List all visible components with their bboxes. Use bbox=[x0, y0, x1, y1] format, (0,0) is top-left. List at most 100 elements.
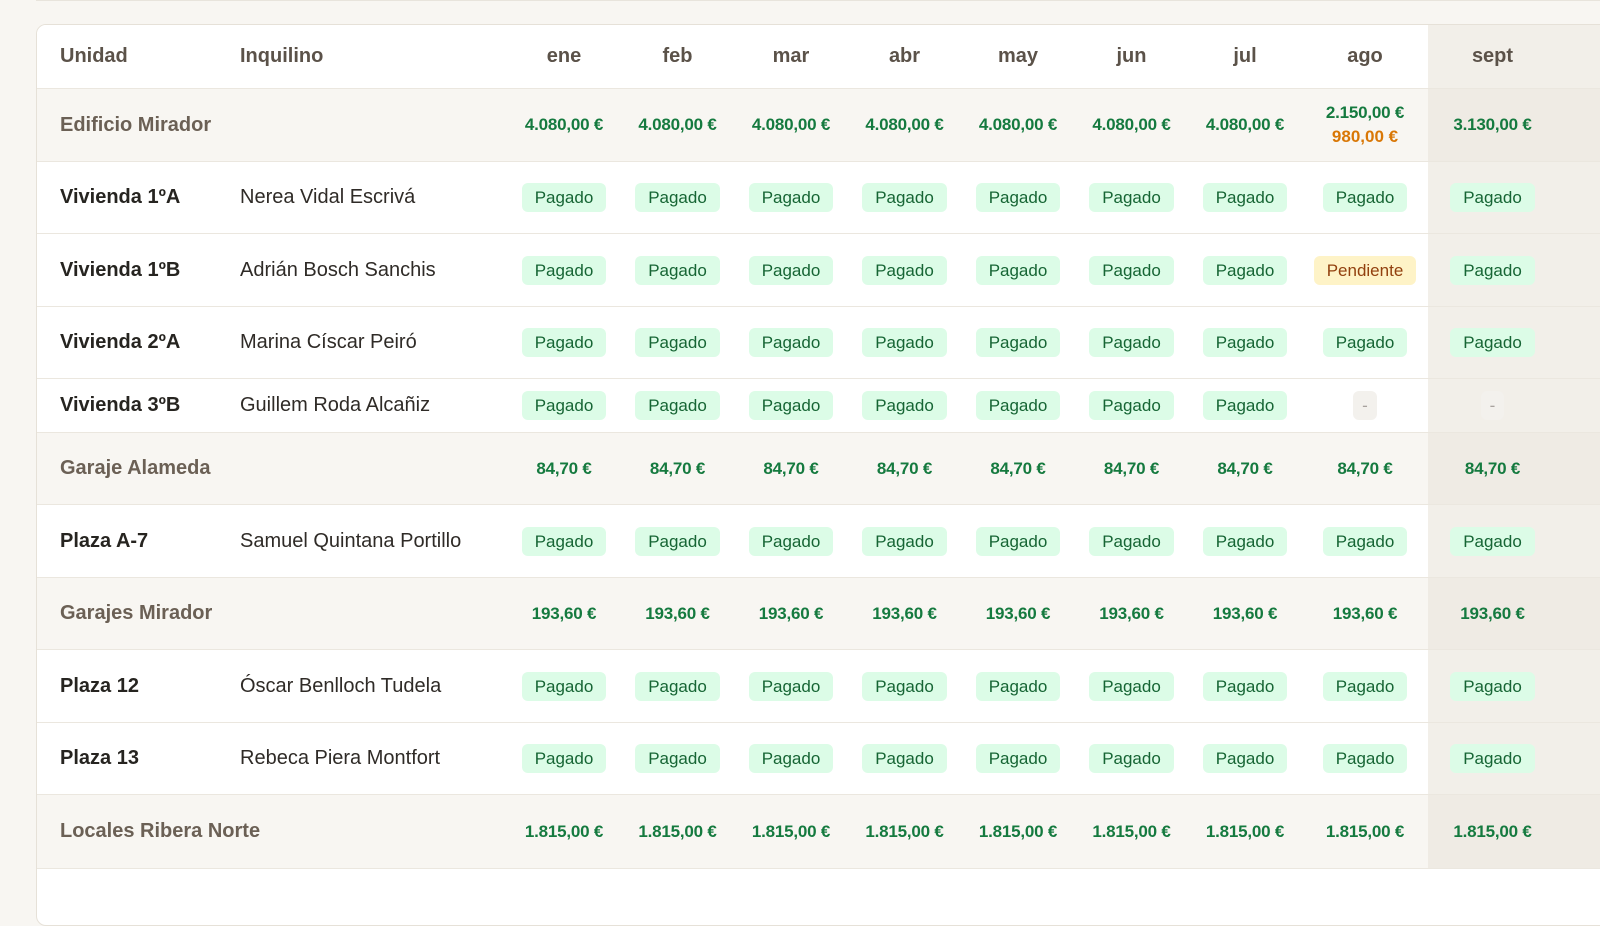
status-badge-paid[interactable]: Pagado bbox=[862, 744, 947, 773]
column-header-month[interactable]: ene bbox=[507, 25, 621, 89]
status-badge-paid[interactable]: Pagado bbox=[1450, 328, 1535, 357]
payment-status-cell[interactable]: Pagado bbox=[621, 233, 734, 307]
status-badge-pending[interactable]: Pendiente bbox=[1313, 255, 1417, 285]
unit-name[interactable]: Vivienda 1ºB bbox=[37, 233, 240, 307]
status-badge-paid[interactable]: Pagado bbox=[1322, 671, 1408, 701]
status-badge-paid[interactable]: Pagado bbox=[1450, 744, 1535, 773]
payment-status-cell[interactable]: Pagado bbox=[961, 378, 1075, 433]
status-badge-paid[interactable]: Pagado bbox=[975, 255, 1061, 285]
payment-status-cell[interactable]: Pagado bbox=[1188, 722, 1302, 795]
payment-status-cell[interactable]: Pagado bbox=[1428, 649, 1557, 723]
payment-status-cell[interactable]: Pagado bbox=[621, 306, 734, 379]
status-badge-paid[interactable]: Pagado bbox=[1089, 255, 1174, 285]
status-badge-paid[interactable]: Pagado bbox=[1450, 526, 1535, 556]
status-badge-paid[interactable]: Pagado bbox=[1202, 183, 1288, 212]
status-badge-paid[interactable]: Pagado bbox=[635, 255, 720, 285]
status-badge-paid[interactable]: Pagado bbox=[1202, 391, 1288, 420]
unit-name[interactable]: Vivienda 1ºA bbox=[37, 161, 240, 234]
column-header-month[interactable]: mar bbox=[734, 25, 848, 89]
column-header-month[interactable]: ago bbox=[1302, 25, 1428, 89]
tenant-name[interactable]: Samuel Quintana Portillo bbox=[240, 504, 507, 578]
status-badge-paid[interactable]: Pagado bbox=[862, 671, 947, 701]
status-badge-paid[interactable]: Pagado bbox=[635, 391, 720, 420]
status-badge-paid[interactable]: Pagado bbox=[862, 183, 947, 212]
payment-status-cell[interactable]: Pendiente bbox=[1302, 233, 1428, 307]
payment-status-cell[interactable]: Pagado bbox=[507, 378, 621, 433]
payment-status-cell[interactable]: Pagado bbox=[961, 233, 1075, 307]
column-header-month[interactable]: jul bbox=[1188, 25, 1302, 89]
status-badge-paid[interactable]: Pagado bbox=[521, 744, 607, 773]
payment-status-cell[interactable]: Pagado bbox=[621, 722, 734, 795]
status-badge-paid[interactable]: Pagado bbox=[1202, 526, 1288, 556]
unit-name[interactable]: Vivienda 3ºB bbox=[37, 378, 240, 433]
payment-status-cell[interactable]: Pagado bbox=[1302, 306, 1428, 379]
status-badge-empty[interactable]: - bbox=[1480, 391, 1505, 420]
status-badge-paid[interactable]: Pagado bbox=[1089, 391, 1174, 420]
status-badge-paid[interactable]: Pagado bbox=[635, 744, 720, 773]
status-badge-paid[interactable]: Pagado bbox=[1089, 328, 1174, 357]
property-group-row[interactable]: Locales Ribera Norte 1.815,00 € 1.815,00 €… bbox=[37, 794, 1600, 869]
payment-status-cell[interactable]: Pagado bbox=[621, 161, 734, 234]
payment-status-cell[interactable]: Pagado bbox=[507, 649, 621, 723]
status-badge-paid[interactable]: Pagado bbox=[862, 328, 947, 357]
payment-status-cell[interactable]: Pagado bbox=[848, 378, 961, 433]
payment-status-cell[interactable]: Pagado bbox=[961, 649, 1075, 723]
status-badge-paid[interactable]: Pagado bbox=[862, 391, 947, 420]
status-badge-paid[interactable]: Pagado bbox=[748, 391, 834, 420]
payment-status-cell[interactable]: Pagado bbox=[507, 306, 621, 379]
payment-status-cell[interactable]: Pagado bbox=[1302, 161, 1428, 234]
status-badge-paid[interactable]: Pagado bbox=[521, 328, 607, 357]
payment-status-cell[interactable]: Pagado bbox=[961, 306, 1075, 379]
column-header-month[interactable]: feb bbox=[621, 25, 734, 89]
payment-status-cell[interactable]: Pagado bbox=[1075, 504, 1188, 578]
status-badge-paid[interactable]: Pagado bbox=[1450, 255, 1535, 285]
payment-status-cell[interactable]: Pagado bbox=[507, 722, 621, 795]
unit-row[interactable]: Plaza 12 Óscar Benlloch Tudela Pagado Pagad… bbox=[37, 649, 1600, 723]
payment-status-cell[interactable]: Pagado bbox=[734, 649, 848, 723]
payment-status-cell[interactable]: Pagado bbox=[848, 722, 961, 795]
property-group-row[interactable]: Garajes Mirador 193,60 € 193,60 € 193,60 € 1… bbox=[37, 577, 1600, 650]
payment-status-cell[interactable]: - bbox=[1428, 378, 1557, 433]
payment-status-cell[interactable]: Pagado bbox=[621, 378, 734, 433]
status-badge-paid[interactable]: Pagado bbox=[748, 671, 834, 701]
status-badge-paid[interactable]: Pagado bbox=[1089, 183, 1174, 212]
column-header-month-current[interactable]: sept bbox=[1428, 25, 1557, 89]
payment-status-cell[interactable]: Pagado bbox=[734, 722, 848, 795]
payment-status-cell[interactable]: Pagado bbox=[1188, 378, 1302, 433]
unit-name[interactable]: Plaza 13 bbox=[37, 722, 240, 795]
tenant-name[interactable]: Óscar Benlloch Tudela bbox=[240, 649, 507, 723]
payment-status-cell[interactable]: Pagado bbox=[1075, 722, 1188, 795]
unit-row[interactable]: Plaza 13 Rebeca Piera Montfort Pagado Pagad… bbox=[37, 722, 1600, 795]
status-badge-paid[interactable]: Pagado bbox=[748, 183, 834, 212]
payment-status-cell[interactable]: Pagado bbox=[734, 306, 848, 379]
status-badge-paid[interactable]: Pagado bbox=[1202, 744, 1288, 773]
status-badge-paid[interactable]: Pagado bbox=[521, 671, 607, 701]
payment-status-cell[interactable]: Pagado bbox=[848, 161, 961, 234]
tenant-name[interactable]: Rebeca Piera Montfort bbox=[240, 722, 507, 795]
status-badge-empty[interactable]: - bbox=[1353, 391, 1377, 420]
payment-status-cell[interactable]: Pagado bbox=[961, 504, 1075, 578]
payment-status-cell[interactable]: Pagado bbox=[848, 504, 961, 578]
status-badge-paid[interactable]: Pagado bbox=[975, 328, 1061, 357]
tenant-name[interactable]: Guillem Roda Alcañiz bbox=[240, 378, 507, 433]
unit-row[interactable]: Vivienda 1ºA Nerea Vidal Escrivá Pagado Pag… bbox=[37, 161, 1600, 234]
payment-status-cell[interactable]: Pagado bbox=[507, 161, 621, 234]
status-badge-paid[interactable]: Pagado bbox=[1322, 526, 1408, 556]
unit-row[interactable]: Vivienda 2ºA Marina Císcar Peiró Pagado Pag… bbox=[37, 306, 1600, 379]
payment-status-cell[interactable]: Pagado bbox=[1188, 233, 1302, 307]
status-badge-paid[interactable]: Pagado bbox=[521, 183, 607, 212]
status-badge-paid[interactable]: Pagado bbox=[1450, 671, 1535, 701]
unit-row[interactable]: Plaza A-7 Samuel Quintana Portillo Pagado P… bbox=[37, 504, 1600, 578]
status-badge-paid[interactable]: Pagado bbox=[1322, 744, 1408, 773]
column-header-tenant[interactable]: Inquilino bbox=[240, 25, 507, 89]
payment-status-cell[interactable]: Pagado bbox=[1428, 233, 1557, 307]
payment-status-cell[interactable]: Pagado bbox=[1302, 649, 1428, 723]
status-badge-paid[interactable]: Pagado bbox=[1202, 671, 1288, 701]
tenant-name[interactable]: Adrián Bosch Sanchis bbox=[240, 233, 507, 307]
payment-status-cell[interactable]: Pagado bbox=[1075, 378, 1188, 433]
payment-status-cell[interactable]: Pagado bbox=[1428, 722, 1557, 795]
payment-status-cell[interactable]: Pagado bbox=[734, 233, 848, 307]
payment-status-cell[interactable]: Pagado bbox=[961, 722, 1075, 795]
status-badge-paid[interactable]: Pagado bbox=[748, 255, 834, 285]
payment-status-cell[interactable]: Pagado bbox=[1188, 649, 1302, 723]
